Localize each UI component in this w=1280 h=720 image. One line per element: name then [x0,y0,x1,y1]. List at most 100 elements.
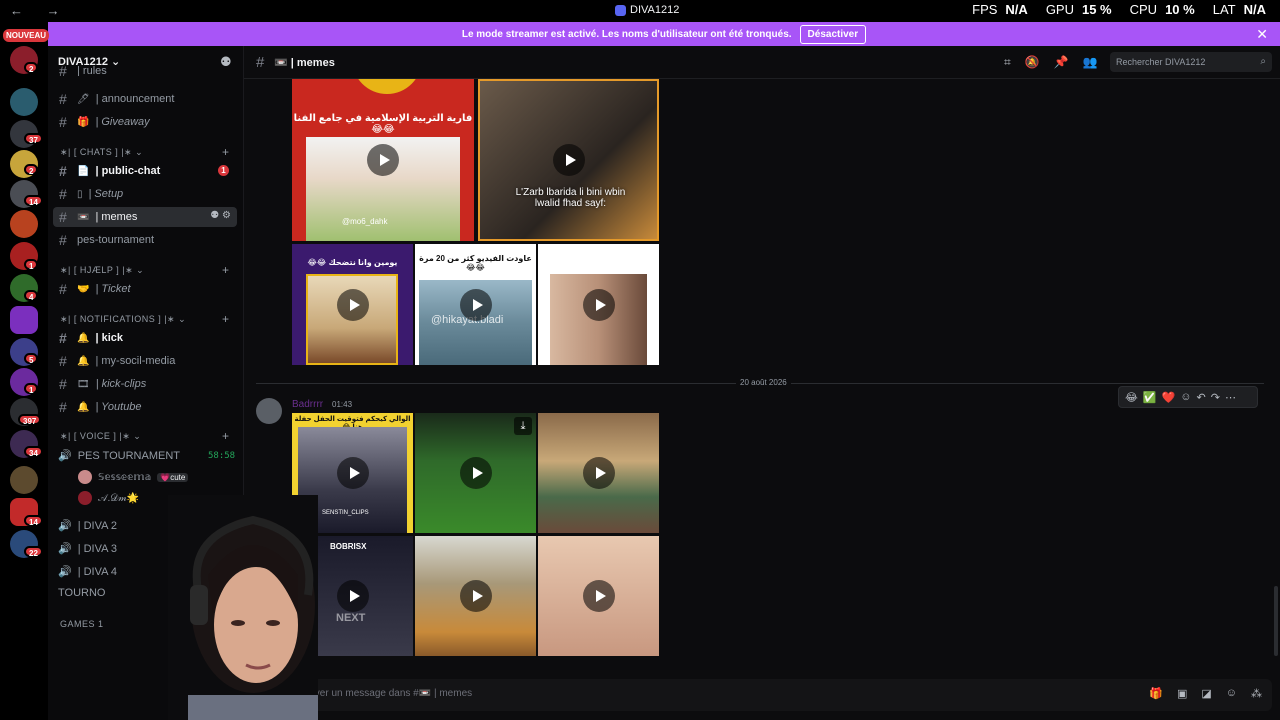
channel-settings-icon[interactable]: ⚉ ⚙ [210,210,231,221]
message-composer: + Envoyer un message dans #📼 | memes 🎁 ▣… [252,679,1272,711]
play-icon[interactable] [582,288,615,321]
reply-icon[interactable]: ↶ [1197,391,1206,404]
reaction-joy-icon[interactable]: 😂 [1125,391,1138,404]
user-tag: 💗cute [157,472,189,482]
video-attachment[interactable]: L'Zarb lbarida li bini wbin lwalid fhad … [478,79,659,241]
add-channel-icon[interactable]: + [222,429,230,443]
mute-icon[interactable]: 🔕 [1025,55,1040,70]
category-label: ∗| [ CHATS ] |∗ ⌄ [60,147,144,157]
cpu-value: 10 % [1165,2,1195,17]
category-voice[interactable]: ∗| [ VOICE ] |∗ ⌄ + [60,429,229,443]
hash-icon: # [59,91,67,107]
gift-icon[interactable]: 🎁 [1149,687,1163,700]
category-notifications[interactable]: ∗| [ NOTIFICATIONS ] |∗ ⌄ + [60,312,229,326]
voice-channel-tourno[interactable]: TOURNO [58,587,105,599]
channel-ticket[interactable]: # 🤝 | Ticket [53,279,237,299]
channel-announcement[interactable]: # 🖊 | announcement [53,89,237,109]
server-icon[interactable] [10,210,38,238]
add-channel-icon[interactable]: + [222,145,230,159]
video-attachment[interactable]: عاودت الفيديو كثر من 20 مرة 😂😂 @hikayat.… [415,244,536,365]
avatar [78,470,92,484]
voice-channel-diva2[interactable]: 🔊 | DIVA 2 [58,519,117,533]
video-attachment[interactable] [538,536,659,656]
channel-label: pes-tournament [77,234,155,246]
emoji-icon[interactable]: ☺ [1226,687,1237,700]
category-games[interactable]: GAMES 1 [60,619,104,629]
video-attachment[interactable]: فارية التربية الإسلامية في جامع الفنا 😂😂… [292,79,474,241]
voice-user[interactable]: 𝒜.𝒟𝓂🌟 [78,491,139,505]
emoji-decoration [352,79,422,94]
channel-kick-clips[interactable]: # 🎞 | kick-clips [53,374,237,394]
video-attachment[interactable]: 😂😂 [538,244,659,365]
voice-channel-diva3[interactable]: 🔊 | DIVA 3 [58,542,117,556]
channel-label: | my-socil-media [95,355,176,367]
threads-icon[interactable]: ⌗ [1004,55,1011,70]
message-author[interactable]: Badrrrr [292,399,323,410]
forward-icon[interactable]: ↷ [1211,391,1220,404]
server-icon[interactable] [10,88,38,116]
channel-memes[interactable]: # 📼 | memes ⚉ ⚙ [53,207,237,227]
add-channel-icon[interactable]: + [222,312,230,326]
add-reaction-icon[interactable]: ☺ [1180,391,1191,403]
chat-scrollbar[interactable] [1274,586,1278,656]
play-icon[interactable] [336,580,369,612]
play-icon[interactable] [367,144,399,176]
disable-streamer-button[interactable]: Désactiver [799,24,867,44]
reaction-heart-icon[interactable]: ❤️ [1162,391,1176,404]
voice-channel-label: PES TOURNAMENT [77,449,180,462]
members-icon[interactable]: 👥 [1083,55,1098,70]
gift-face-icon: 🎁 [77,116,90,128]
voice-channel-pes[interactable]: 🔊 PES TOURNAMENT 58:58 [58,449,238,463]
channel-label: | rules [77,66,107,76]
more-options-icon[interactable]: ⋯ [1225,391,1236,404]
bell-icon: 🔔 [77,355,90,367]
server-icon[interactable] [10,306,38,334]
play-icon[interactable] [459,580,492,612]
play-icon[interactable] [336,288,369,321]
voice-channel-diva4[interactable]: 🔊 | DIVA 4 [58,565,117,579]
play-icon[interactable] [336,457,369,489]
setup-icon: ▯ [77,188,83,200]
category-label: ∗| [ HJÆLP ] |∗ ⌄ [60,265,145,275]
category-chats[interactable]: ∗| [ CHATS ] |∗ ⌄ + [60,145,229,159]
play-icon[interactable] [459,288,492,321]
video-attachment[interactable] [415,536,536,656]
channel-rules[interactable]: # | rules [53,66,237,76]
video-handle: @mo6_dahk [342,217,388,226]
pin-icon[interactable]: 📌 [1054,55,1069,70]
play-icon[interactable] [582,580,615,612]
avatar[interactable] [256,398,282,424]
channel-pes-tournament[interactable]: # pes-tournament [53,230,237,250]
sticker-icon[interactable]: ◪ [1201,687,1211,700]
message-actions-bar: 😂 ✅ ❤️ ☺ ↶ ↷ ⋯ [1118,386,1258,408]
server-icon[interactable] [10,466,38,494]
pen-icon: 🖊 [77,93,90,105]
hash-icon: # [59,330,67,346]
performance-overlay: FPS N/A GPU 15 % CPU 10 % LAT N/A [972,2,1266,17]
channel-public-chat[interactable]: # 📄 | public-chat 1 [53,161,237,181]
message-input[interactable]: Envoyer un message dans #📼 | memes [292,688,472,699]
reaction-check-icon[interactable]: ✅ [1143,391,1157,404]
play-icon[interactable] [582,457,615,489]
channel-kick[interactable]: # 🔔 | kick [53,328,237,348]
video-attachment[interactable] [538,413,659,533]
video-attachment[interactable]: ⤓ [415,413,536,533]
category-help[interactable]: ∗| [ HJÆLP ] |∗ ⌄ + [60,263,229,277]
search-input[interactable]: Rechercher DIVA1212 ⌕ [1110,52,1272,72]
server-badge: 2 [24,62,39,74]
back-forward-arrows[interactable]: ← → [10,3,70,18]
server-badge: 14 [24,195,43,207]
video-attachment[interactable]: يومين وانا نتضحك 😂😂 [292,244,413,365]
channel-social-media[interactable]: # 🔔 | my-socil-media [53,351,237,371]
play-icon[interactable] [459,457,492,489]
channel-giveaway[interactable]: # 🎁 | Giveaway [53,112,237,132]
close-banner-icon[interactable]: ✕ [1256,26,1268,43]
gif-icon[interactable]: ▣ [1177,687,1187,700]
play-icon[interactable] [552,144,585,176]
add-channel-icon[interactable]: + [222,263,230,277]
channel-youtube[interactable]: # 🔔 | Youtube [53,397,237,417]
channel-setup[interactable]: # ▯ | Setup [53,184,237,204]
download-icon[interactable]: ⤓ [514,417,532,435]
apps-icon[interactable]: ⁂ [1251,687,1262,700]
voice-user[interactable]: 𝕊𝕖𝕤𝕤𝕖𝕖𝕞𝕒 💗cute [78,470,189,484]
